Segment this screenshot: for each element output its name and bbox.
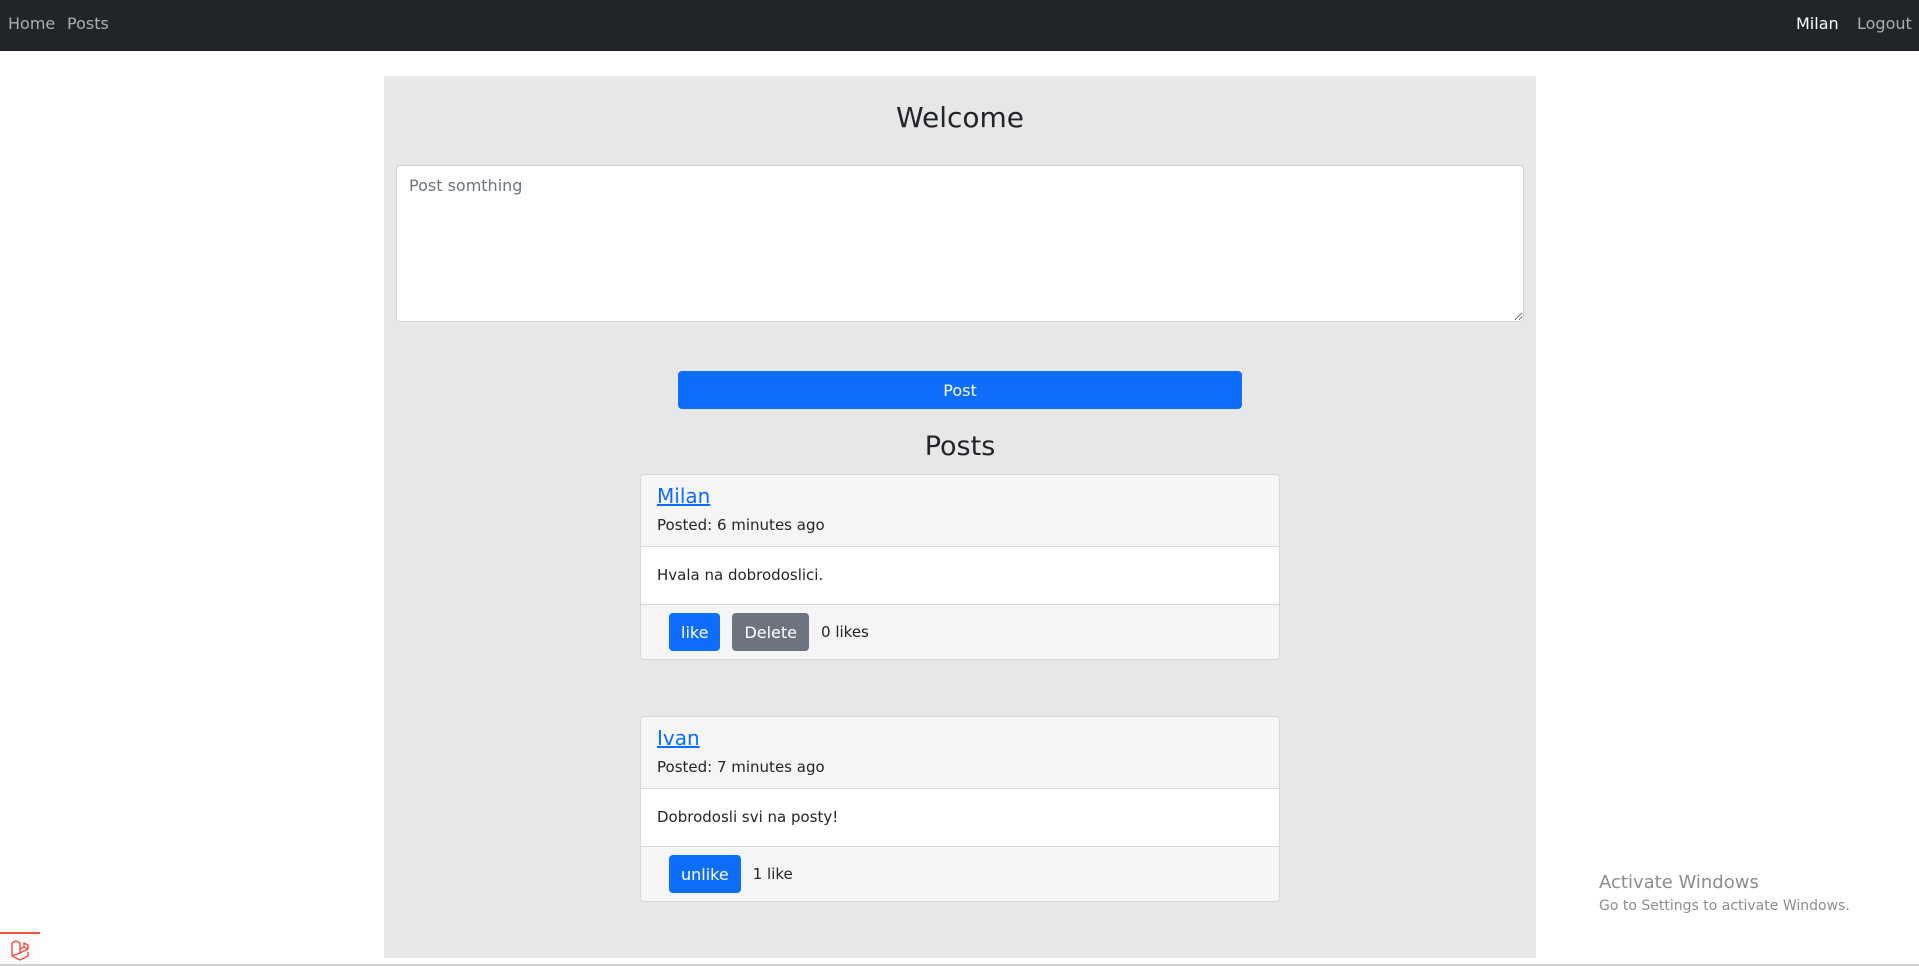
watermark-subtitle: Go to Settings to activate Windows. [1599, 898, 1850, 914]
post-card-footer: unlike 1 like [641, 846, 1279, 901]
watermark-title: Activate Windows [1599, 872, 1759, 893]
windows-activation-watermark: Activate Windows Go to Settings to activ… [1599, 872, 1850, 916]
likes-count: 0 likes [821, 623, 869, 641]
nav-user-link[interactable]: Milan [1796, 14, 1839, 34]
post-author-link[interactable]: Milan [657, 483, 1263, 509]
post-card: Ivan Posted: 7 minutes ago Dobrodosli sv… [640, 716, 1280, 902]
post-button[interactable]: Post [678, 371, 1242, 409]
nav-posts-link[interactable]: Posts [67, 14, 109, 34]
nav-home-link[interactable]: Home [8, 14, 55, 34]
post-card-header: Ivan Posted: 7 minutes ago [641, 717, 1279, 789]
post-timestamp: Posted: 6 minutes ago [657, 516, 825, 534]
likes-count: 1 like [752, 865, 793, 883]
unlike-button[interactable]: unlike [669, 855, 741, 893]
post-author-link[interactable]: Ivan [657, 725, 1263, 751]
post-body: Dobrodosli svi na posty! [641, 789, 1279, 846]
laravel-icon[interactable] [0, 932, 40, 966]
main-content: Welcome Post Posts Milan Posted: 6 minut… [384, 76, 1536, 958]
laravel-logo-icon [11, 940, 29, 961]
top-navbar: Home Posts Milan Logout [0, 0, 1919, 51]
post-body: Hvala na dobrodoslici. [641, 547, 1279, 604]
like-button[interactable]: like [669, 613, 721, 651]
post-timestamp: Posted: 7 minutes ago [657, 758, 825, 776]
post-card: Milan Posted: 6 minutes ago Hvala na dob… [640, 474, 1280, 660]
post-textarea[interactable] [396, 165, 1524, 322]
post-card-header: Milan Posted: 6 minutes ago [641, 475, 1279, 547]
delete-button[interactable]: Delete [732, 613, 810, 651]
post-card-footer: like Delete 0 likes [641, 604, 1279, 659]
nav-logout-link[interactable]: Logout [1857, 14, 1912, 34]
welcome-title: Welcome [895, 101, 1025, 134]
posts-heading: Posts [924, 431, 996, 462]
